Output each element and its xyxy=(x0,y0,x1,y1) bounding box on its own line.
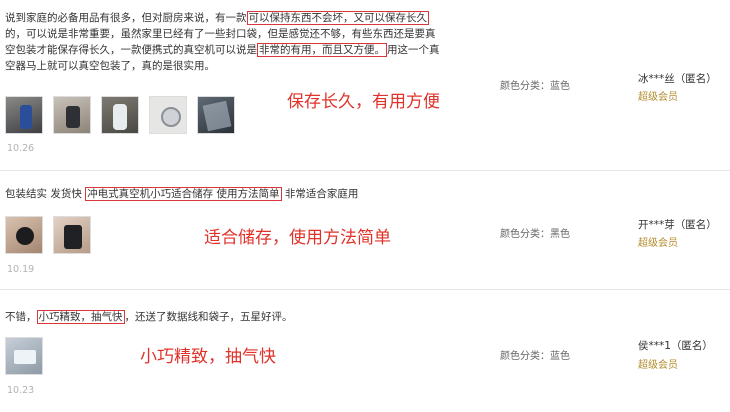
gadget-photo[interactable] xyxy=(53,96,91,134)
reviewer-name[interactable]: 侯***1（匿名） xyxy=(638,338,713,353)
review-text-segment: 包装结实 发货快 xyxy=(5,188,86,200)
review-text-segment: ，还送了数据线和袋子，五星好评。 xyxy=(124,311,293,323)
highlight-box: 非常的有用，而且又方便。 xyxy=(257,43,387,57)
review-text: 包装结实 发货快 冲电式真空机小巧适合储存 使用方法简单 非常适合家庭用 xyxy=(5,186,358,202)
divider xyxy=(0,289,730,290)
color-variant: 颜色分类：蓝色 xyxy=(500,351,570,362)
valve-photo[interactable] xyxy=(149,96,187,134)
review-text-line: 空器马上就可以真空包装了，真的是很实用。 xyxy=(5,60,215,72)
review-date: 10.19 xyxy=(7,264,35,275)
review-text: 不错， 小巧精致，抽气快 ，还送了数据线和袋子，五星好评。 xyxy=(5,309,293,325)
divider xyxy=(0,170,730,171)
photo-strip xyxy=(5,337,43,375)
member-badge: 超级会员 xyxy=(638,360,678,371)
member-badge: 超级会员 xyxy=(638,92,678,103)
review-text-segment: 空包装才能保存得长久，一款便携式的真空机可以说是 xyxy=(5,44,257,56)
bag-photo[interactable] xyxy=(197,96,235,134)
annotation-text: 小巧精致，抽气快 xyxy=(140,347,276,367)
highlight-box: 小巧精致，抽气快 xyxy=(36,310,125,324)
highlight-box: 冲电式真空机小巧适合储存 使用方法简单 xyxy=(85,187,282,201)
product-photo[interactable] xyxy=(5,337,43,375)
device-photo[interactable] xyxy=(101,96,139,134)
bottle-photo[interactable] xyxy=(5,96,43,134)
review-text-segment: 用这一个真 xyxy=(387,44,440,56)
review-date: 10.23 xyxy=(7,385,35,396)
photo-strip xyxy=(5,216,91,254)
annotation-text: 保存长久，有用方便 xyxy=(287,92,440,112)
highlight-box: 可以保持东西不会坏，又可以保存长久 xyxy=(246,11,429,25)
member-badge: 超级会员 xyxy=(638,238,678,249)
color-variant: 颜色分类：黑色 xyxy=(500,229,570,240)
review-text-segment: 非常适合家庭用 xyxy=(281,188,359,200)
reviewer-name[interactable]: 冰***丝（匿名） xyxy=(638,71,717,86)
review-text-line: 的，可以说是非常重要，虽然家里已经有了一些封口袋，但是感觉还不够，有些东西还是要… xyxy=(5,28,436,40)
photo-strip xyxy=(5,96,235,134)
review-text-segment: 不错， xyxy=(5,311,37,323)
color-variant: 颜色分类：蓝色 xyxy=(500,81,570,92)
reviewer-name[interactable]: 开***芽（匿名） xyxy=(638,217,717,232)
review-text: 说到家庭的必备用品有很多，但对厨房来说，有一款 可以保持东西不会坏，又可以保存长久… xyxy=(5,10,440,74)
review-text-segment: 说到家庭的必备用品有很多，但对厨房来说，有一款 xyxy=(5,12,247,24)
review-date: 10.26 xyxy=(7,143,35,154)
device-hand-photo[interactable] xyxy=(5,216,43,254)
device-black-photo[interactable] xyxy=(53,216,91,254)
annotation-text: 适合储存，使用方法简单 xyxy=(204,228,391,248)
